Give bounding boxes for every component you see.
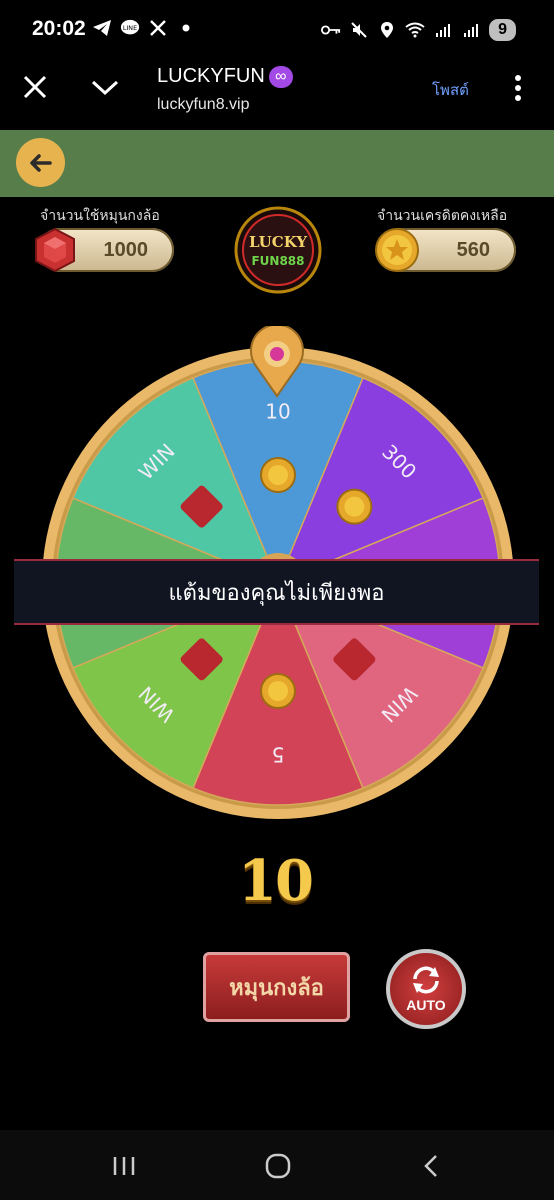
spin-cost-value: 1000	[103, 239, 149, 261]
signal-icon	[461, 20, 481, 40]
auto-spin-button[interactable]: AUTO	[386, 949, 466, 1029]
game-header	[0, 130, 554, 197]
status-bar: 20:02 LINE 9	[0, 0, 554, 62]
toast-message: แต้มของคุณไม่เพียงพอ	[168, 579, 385, 605]
page-title: LUCKYFUN ∞	[157, 65, 293, 88]
recent-apps-icon[interactable]	[110, 1152, 138, 1180]
luckyfun-logo: LUCKY FUN888	[232, 205, 324, 295]
spin-wheel-button[interactable]: หมุนกงล้อ	[203, 952, 350, 1022]
auto-spin-button-label: AUTO	[406, 997, 446, 1013]
spin-cost-label: จำนวนใช้หมุนกงล้อ	[40, 207, 160, 223]
dot-icon	[176, 18, 196, 38]
gold-coin-icon-inner	[344, 496, 365, 517]
gold-coin-icon	[374, 227, 420, 273]
wheel-segment-label: 10	[265, 400, 290, 424]
back-nav-icon[interactable]	[418, 1152, 446, 1180]
insufficient-points-toast: แต้มของคุณไม่เพียงพอ	[14, 559, 539, 625]
signal-icon	[433, 20, 453, 40]
credit-balance-value: 560	[456, 239, 490, 261]
more-options-icon[interactable]	[512, 74, 524, 102]
wifi-icon	[405, 20, 425, 40]
back-button[interactable]	[16, 138, 65, 187]
page-title-text: LUCKYFUN	[157, 65, 265, 87]
arrow-left-icon	[29, 153, 52, 172]
spin-wheel-button-label: หมุนกงล้อ	[229, 974, 324, 1000]
battery-badge: 9	[489, 19, 516, 41]
logo-text-bottom: FUN888	[251, 254, 304, 268]
location-icon	[377, 20, 397, 40]
x-icon	[148, 18, 168, 38]
close-icon[interactable]	[22, 74, 48, 100]
android-navigation-bar	[0, 1130, 554, 1200]
clock: 20:02	[32, 17, 86, 40]
wheel-segment-label: 5	[272, 743, 285, 767]
logo-text-top: LUCKY	[249, 233, 307, 251]
page-url: luckyfun8.vip	[157, 96, 250, 113]
browser-toolbar: LUCKYFUN ∞ luckyfun8.vip โพสต์	[0, 62, 554, 130]
post-link[interactable]: โพสต์	[432, 78, 469, 102]
spin-counter: 10	[238, 848, 314, 914]
svg-text:LINE: LINE	[123, 25, 137, 32]
notification-icons: LINE	[92, 18, 196, 38]
gold-coin-icon-inner	[268, 681, 288, 701]
telegram-icon	[92, 18, 112, 38]
infinity-emoji: ∞	[268, 65, 293, 88]
home-icon[interactable]	[264, 1152, 292, 1180]
system-icons: 9	[321, 19, 516, 41]
key-icon	[321, 20, 341, 40]
line-icon: LINE	[120, 18, 140, 38]
credit-balance-label: จำนวนเครดิตคงเหลือ	[377, 207, 508, 223]
refresh-icon	[413, 966, 439, 994]
mute-icon	[349, 20, 369, 40]
chevron-down-icon[interactable]	[90, 76, 120, 98]
ruby-gem-icon	[32, 227, 78, 273]
wheel-pointer	[248, 323, 306, 398]
gold-coin-icon-inner	[268, 465, 288, 485]
